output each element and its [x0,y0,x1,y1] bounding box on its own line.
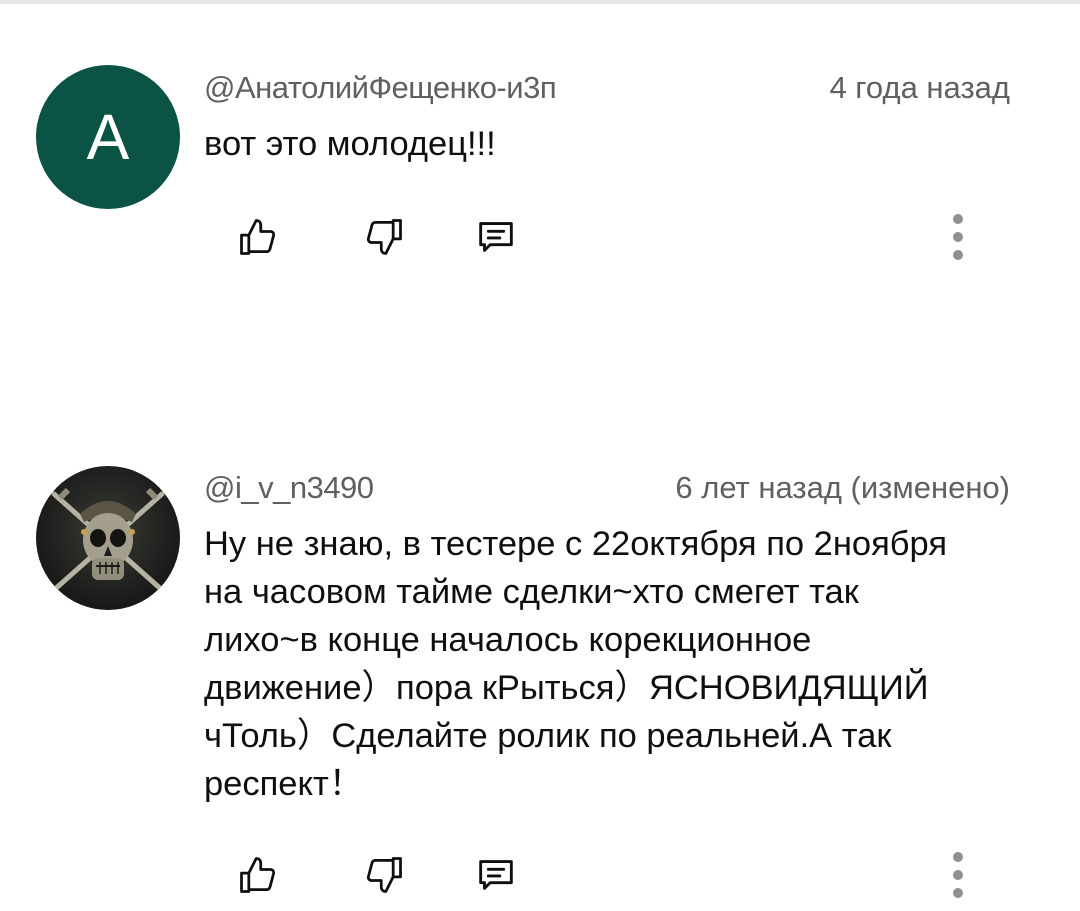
comment-text-line: респект！ [204,765,364,803]
thumb-up-icon [240,857,276,893]
comment-text-line: лихо~в конце началось корекционное [204,621,812,659]
comment-text-line: Ну не знаю, в тестере с 22октября по 2но… [204,525,947,563]
edited-label: (изменено) [850,470,1010,505]
comment-header: @i_v_n3490 6 лет назад (изменено) [204,470,1010,506]
comment-text-line: движение）пора кРыться）ЯСНОВИДЯЩИЙ [204,669,929,707]
reply-icon [479,860,513,890]
comment-text-line: на часовом тайме сделки~хто смегет так [204,573,859,611]
author-handle[interactable]: @i_v_n3490 [204,470,374,506]
more-vert-icon [953,852,963,898]
comment-actions [0,845,1080,905]
like-button[interactable] [228,845,288,905]
avatar[interactable] [36,466,180,610]
dislike-button[interactable] [354,845,414,905]
reply-button[interactable] [466,845,526,905]
more-options-button[interactable] [928,845,988,905]
comment-text: Ну не знаю, в тестере с 22октября по 2но… [204,520,1034,808]
skull-crossbones-avatar-image [51,487,165,593]
comment-timestamp[interactable]: 6 лет назад [675,470,842,505]
thumb-down-icon [366,857,402,893]
comment-thread-item: @i_v_n3490 6 лет назад (изменено) Ну не … [0,0,1080,911]
comment-text-line: чТоль）Сделайте ролик по реальней.А так [204,717,892,755]
comment-timestamp-group: 6 лет назад (изменено) [675,470,1010,506]
